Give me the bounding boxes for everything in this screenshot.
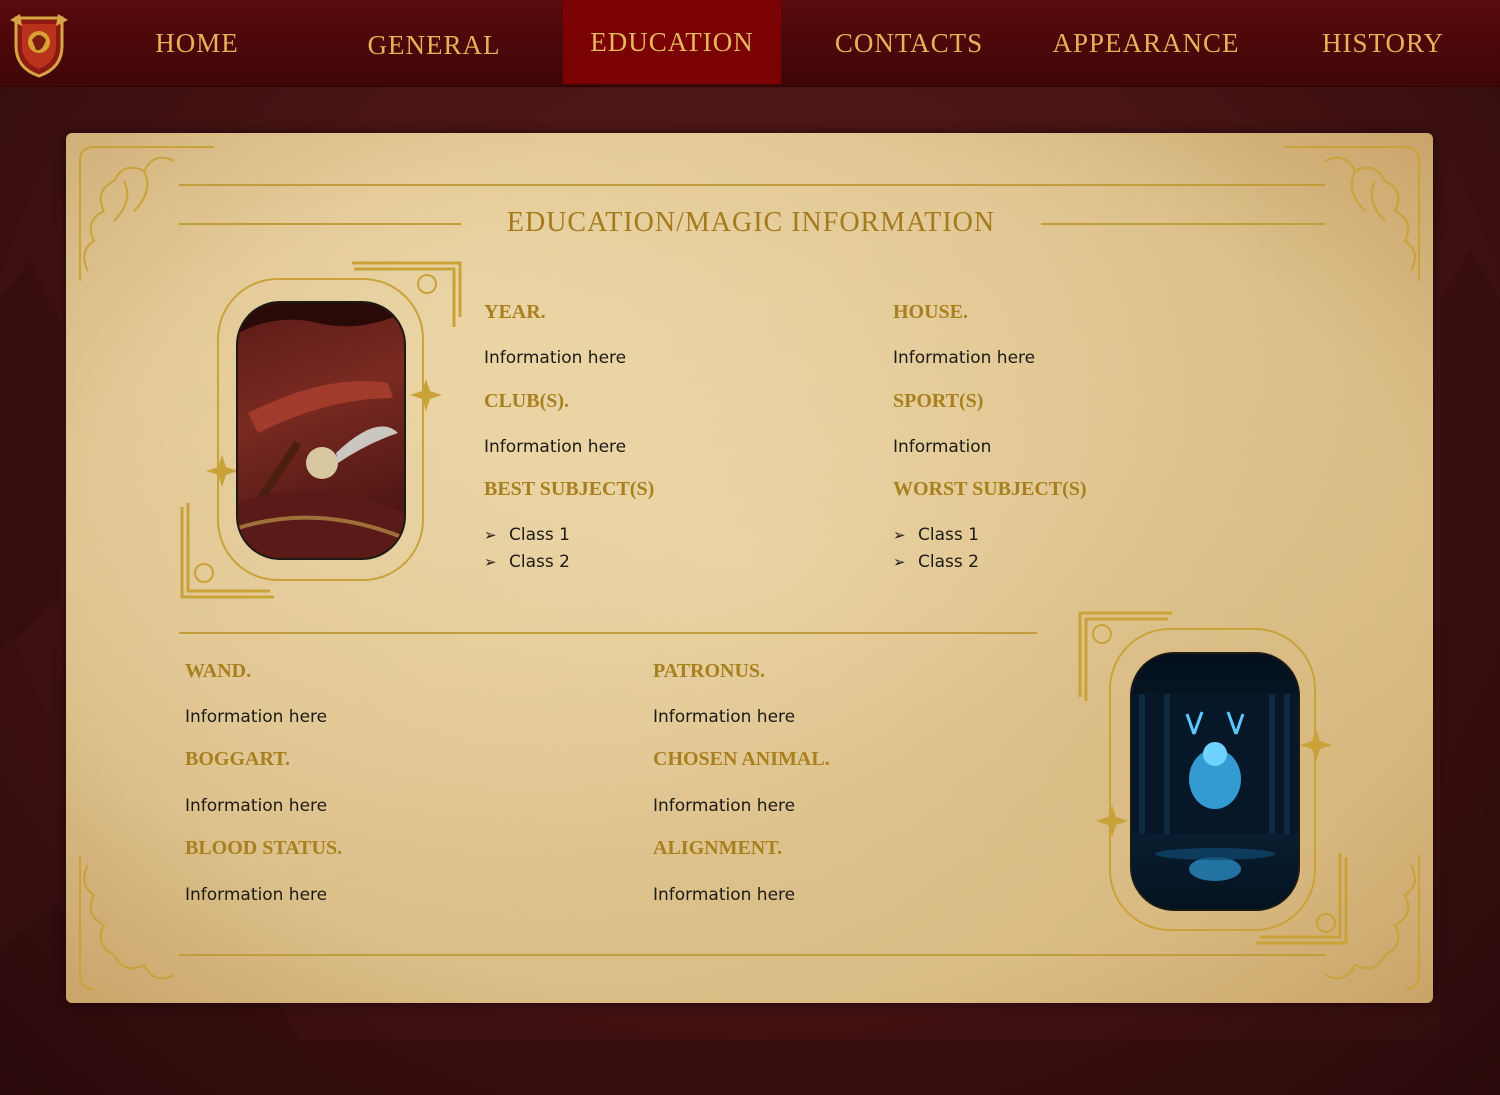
list-item: ➢ Class 2 [484, 551, 570, 572]
label-wand: WAND. [185, 660, 252, 682]
label-alignment: ALIGNMENT. [653, 837, 783, 859]
label-clubs: CLUB(S). [484, 390, 570, 412]
label-patronus: PATRONUS. [653, 660, 766, 682]
section-divider [179, 632, 1037, 634]
title-rule-right [1041, 223, 1325, 225]
label-house: HOUSE. [893, 301, 969, 323]
worst-subjects-list: ➢ Class 1 ➢ Class 2 [893, 521, 979, 575]
corner-ornament-top-right [1285, 146, 1420, 281]
label-chosen-animal: CHOSEN ANIMAL. [653, 748, 830, 770]
value-patronus: Information here [653, 707, 796, 727]
value-house: Information here [893, 348, 1036, 368]
nav-home[interactable]: HOME [88, 0, 306, 86]
nav-contacts[interactable]: CONTACTS [800, 0, 1018, 86]
value-chosen-animal: Information here [653, 796, 796, 816]
arrow-bullet-icon: ➢ [484, 525, 497, 544]
list-item: ➢ Class 2 [893, 551, 979, 572]
label-year: YEAR. [484, 301, 546, 323]
corner-ornament-bottom-left [79, 855, 175, 990]
nav-appearance[interactable]: APPEARANCE [1037, 0, 1255, 86]
value-wand: Information here [185, 707, 328, 727]
arrow-bullet-icon: ➢ [893, 525, 906, 544]
value-sports: Information [893, 437, 992, 457]
value-year: Information here [484, 348, 627, 368]
quidditch-broom-photo [236, 301, 406, 560]
list-item: ➢ Class 1 [484, 524, 570, 545]
value-clubs: Information here [484, 437, 627, 457]
house-crest-icon[interactable] [8, 12, 70, 78]
nav-general[interactable]: GENERAL [325, 2, 543, 88]
nav-education[interactable]: EDUCATION [563, 0, 781, 84]
value-boggart: Information here [185, 796, 328, 816]
label-worst-subjects: WORST SUBJECT(S) [893, 478, 1087, 500]
label-sports: SPORT(S) [893, 390, 984, 412]
nav-history[interactable]: HISTORY [1274, 0, 1492, 86]
value-blood-status: Information here [185, 885, 328, 905]
best-subjects-list: ➢ Class 1 ➢ Class 2 [484, 521, 570, 575]
arrow-bullet-icon: ➢ [893, 552, 906, 571]
label-best-subjects: BEST SUBJECT(S) [484, 478, 655, 500]
value-alignment: Information here [653, 885, 796, 905]
top-navbar: HOME GENERAL EDUCATION CONTACTS APPEARAN… [0, 0, 1500, 87]
list-item: ➢ Class 1 [893, 524, 979, 545]
header-divider-top [179, 184, 1325, 186]
title-rule-left [179, 223, 461, 225]
stag-patronus-illustration [1132, 694, 1298, 881]
broom-snitch-illustration [238, 303, 404, 558]
label-blood-status: BLOOD STATUS. [185, 837, 343, 859]
education-card: EDUCATION/MAGIC INFORMATION YEAR. Inform… [66, 133, 1433, 1003]
card-title: EDUCATION/MAGIC INFORMATION [506, 207, 996, 238]
arrow-bullet-icon: ➢ [484, 552, 497, 571]
footer-divider [179, 954, 1325, 956]
stag-patronus-photo [1130, 652, 1300, 911]
label-boggart: BOGGART. [185, 748, 291, 770]
